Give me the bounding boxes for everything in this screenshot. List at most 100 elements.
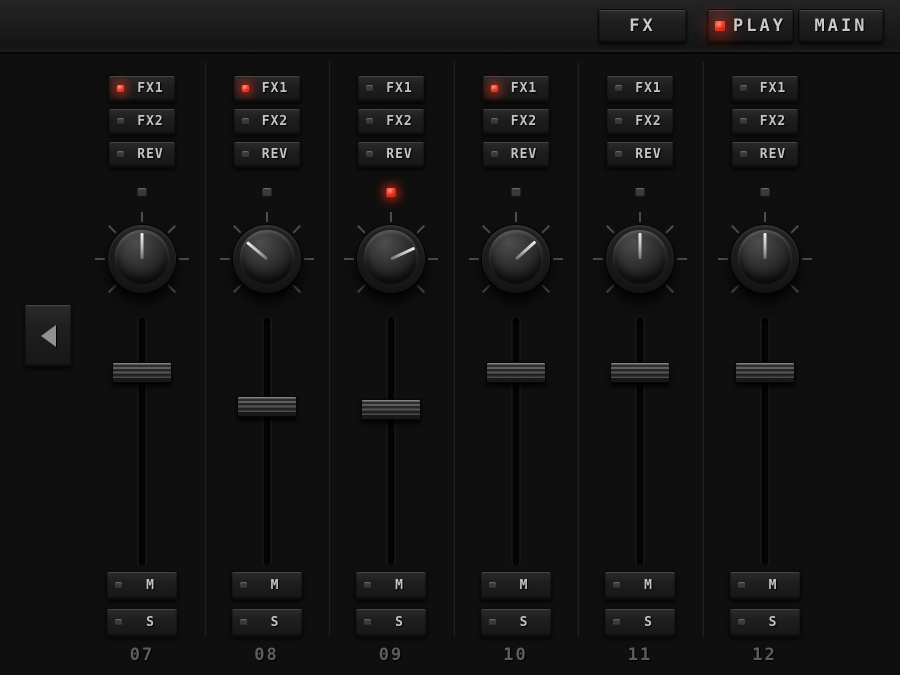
rev-led-icon — [615, 151, 622, 158]
solo-button[interactable]: S — [480, 608, 552, 637]
reverb-send-button[interactable]: REV — [731, 141, 799, 168]
knob-rotator — [731, 225, 799, 293]
volume-fader-handle[interactable] — [486, 362, 546, 383]
solo-button[interactable]: S — [355, 608, 427, 637]
fx2-led-icon — [117, 118, 124, 125]
mute-button[interactable]: M — [480, 571, 552, 600]
mute-button[interactable]: M — [604, 571, 676, 600]
volume-fader-handle[interactable] — [112, 362, 172, 383]
reverb-send-button[interactable]: REV — [606, 141, 674, 168]
channel-divider — [328, 62, 330, 637]
send-level-knob[interactable] — [343, 211, 439, 307]
reverb-send-button[interactable]: REV — [357, 141, 425, 168]
volume-fader-track[interactable] — [139, 318, 146, 565]
fx1-send-button[interactable]: FX1 — [606, 75, 674, 102]
fx1-send-button[interactable]: FX1 — [108, 75, 176, 102]
send-level-knob[interactable] — [219, 211, 315, 307]
top-toolbar: FX PLAY MAIN — [0, 0, 900, 54]
solo-led-icon — [613, 619, 620, 626]
fx1-send-button[interactable]: FX1 — [357, 75, 425, 102]
mute-label: M — [373, 578, 426, 593]
rev-led-icon — [491, 151, 498, 158]
knob-pointer-icon — [390, 247, 415, 261]
play-led-icon — [715, 21, 725, 31]
reverb-send-button[interactable]: REV — [233, 141, 301, 168]
knob-tick — [593, 258, 603, 260]
send-level-knob[interactable] — [468, 211, 564, 307]
mute-label: M — [249, 578, 302, 593]
fx1-label: FX1 — [500, 81, 549, 96]
knob-rotator — [108, 225, 176, 293]
knob-tick — [416, 225, 424, 233]
fx2-send-button[interactable]: FX2 — [482, 108, 550, 135]
fx2-send-button[interactable]: FX2 — [108, 108, 176, 135]
fx2-label: FX2 — [749, 114, 798, 129]
volume-fader-track[interactable] — [761, 318, 768, 565]
fx2-label: FX2 — [500, 114, 549, 129]
solo-button[interactable]: S — [604, 608, 676, 637]
volume-fader-track[interactable] — [388, 318, 395, 565]
reverb-send-button[interactable]: REV — [482, 141, 550, 168]
knob-tick — [428, 258, 438, 260]
rev-label: REV — [500, 147, 549, 162]
fx-page-label: FX — [629, 16, 655, 36]
fx2-send-button[interactable]: FX2 — [606, 108, 674, 135]
solo-button[interactable]: S — [231, 608, 303, 637]
channel-strip: FX1 FX2 REV — [205, 62, 329, 637]
solo-button[interactable]: S — [729, 608, 801, 637]
knob-tick — [718, 258, 728, 260]
mute-label: M — [498, 578, 551, 593]
volume-fader-handle[interactable] — [735, 362, 795, 383]
fx-page-button[interactable]: FX — [598, 9, 687, 43]
mute-button[interactable]: M — [231, 571, 303, 600]
solo-button[interactable]: S — [106, 608, 178, 637]
mute-button[interactable]: M — [106, 571, 178, 600]
knob-led-icon — [636, 188, 645, 197]
mute-button[interactable]: M — [355, 571, 427, 600]
channel-strip: FX1 FX2 REV — [703, 62, 827, 637]
knob-tick — [677, 258, 687, 260]
knob-tick — [233, 284, 241, 292]
volume-fader-track[interactable] — [637, 318, 644, 565]
volume-fader-handle[interactable] — [610, 362, 670, 383]
send-level-knob[interactable] — [94, 211, 190, 307]
channel-number: 08 — [205, 645, 329, 665]
prev-channels-button[interactable] — [24, 304, 72, 367]
knob-tick — [292, 225, 300, 233]
fx1-led-icon — [615, 85, 622, 92]
main-page-button[interactable]: MAIN — [798, 9, 884, 43]
knob-tick — [639, 212, 641, 222]
channel-strip: FX1 FX2 REV — [329, 62, 453, 637]
send-level-knob[interactable] — [592, 211, 688, 307]
mute-button[interactable]: M — [729, 571, 801, 600]
fx1-send-button[interactable]: FX1 — [233, 75, 301, 102]
channel-divider — [577, 62, 579, 637]
fx1-send-button[interactable]: FX1 — [482, 75, 550, 102]
channel-number: 12 — [703, 645, 827, 665]
rev-label: REV — [375, 147, 424, 162]
solo-led-icon — [738, 619, 745, 626]
volume-fader-handle[interactable] — [361, 399, 421, 420]
knob-body — [731, 225, 799, 293]
volume-fader-handle[interactable] — [237, 396, 297, 417]
channel-number: 10 — [454, 645, 578, 665]
reverb-send-button[interactable]: REV — [108, 141, 176, 168]
fx2-send-button[interactable]: FX2 — [233, 108, 301, 135]
fx1-send-button[interactable]: FX1 — [731, 75, 799, 102]
mixer-screen: FX PLAY MAIN FX1 FX2 REV — [0, 0, 900, 675]
volume-fader-track[interactable] — [512, 318, 519, 565]
volume-fader-track[interactable] — [263, 318, 270, 565]
rev-led-icon — [117, 151, 124, 158]
mute-led-icon — [738, 582, 745, 589]
mute-led-icon — [364, 582, 371, 589]
left-arrow-icon — [41, 325, 56, 347]
knob-body — [233, 225, 301, 293]
channel-divider — [453, 62, 455, 637]
play-button[interactable]: PLAY — [707, 9, 794, 43]
fx2-send-button[interactable]: FX2 — [731, 108, 799, 135]
knob-tick — [482, 284, 490, 292]
fx2-send-button[interactable]: FX2 — [357, 108, 425, 135]
send-level-knob[interactable] — [717, 211, 813, 307]
rev-led-icon — [366, 151, 373, 158]
knob-body — [357, 225, 425, 293]
